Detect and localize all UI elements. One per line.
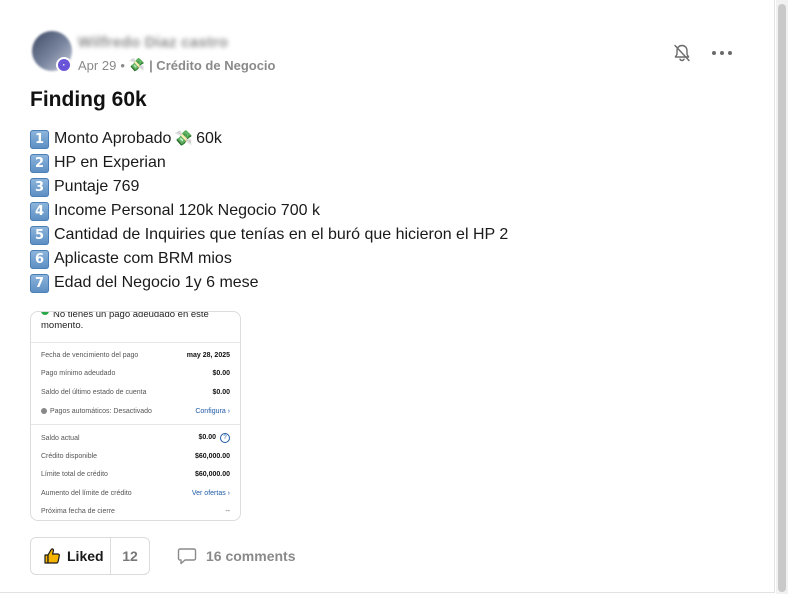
author-name[interactable]: Wilfredo Diaz castro xyxy=(78,34,228,51)
keycap-5-icon: 5 xyxy=(30,225,49,245)
help-icon: ? xyxy=(220,433,230,443)
more-horizontal-icon[interactable] xyxy=(710,43,734,63)
money-wings-icon: 💸 xyxy=(174,130,194,147)
meta-separator: • xyxy=(120,57,125,73)
like-control: Liked 12 xyxy=(30,537,150,575)
row-value: $60,000.00 xyxy=(194,452,230,460)
post-title: Finding 60k xyxy=(30,88,147,111)
attachment-row: Crédito disponible $60,000.00 xyxy=(41,449,230,463)
row-link: Configura › xyxy=(195,407,230,415)
row-label: Pago mínimo adeudado xyxy=(41,369,116,377)
like-button[interactable]: Liked xyxy=(31,538,111,574)
scrollbar[interactable] xyxy=(776,0,788,594)
post-body-list: 1 Monto Aprobado 💸 60k 2 HP en Experian … xyxy=(30,127,508,295)
level-badge-icon: · xyxy=(56,57,72,73)
divider xyxy=(31,342,240,343)
list-item-text: Aplicaste com BRM mios xyxy=(54,250,232,267)
keycap-6-icon: 6 xyxy=(30,249,49,269)
attachment-row: Saldo actual $0.00? xyxy=(41,431,230,445)
post-date[interactable]: Apr 29 xyxy=(78,58,116,73)
attachment-message: No tienes un pago adeudado en este momen… xyxy=(41,311,221,331)
list-item: 4 Income Personal 120k Negocio 700 k xyxy=(30,199,508,223)
thumbs-up-icon xyxy=(44,548,60,564)
post-category[interactable]: | Crédito de Negocio xyxy=(149,58,275,73)
row-label: Saldo actual xyxy=(41,434,80,442)
attachment-row: Fecha de vencimiento del pago may 28, 20… xyxy=(41,348,230,362)
row-value: $0.00 xyxy=(198,434,216,441)
row-value: $0.00 xyxy=(212,369,230,377)
row-value: -- xyxy=(225,507,230,515)
like-count[interactable]: 12 xyxy=(111,548,149,564)
list-item: 2 HP en Experian xyxy=(30,151,508,175)
row-label: Saldo del último estado de cuenta xyxy=(41,388,147,396)
post-card: · Wilfredo Diaz castro Apr 29 • 💸 | Créd… xyxy=(0,0,775,593)
attachment-row: Aumento del límite de crédito Ver oferta… xyxy=(41,486,230,500)
keycap-2-icon: 2 xyxy=(30,153,49,173)
comments-label: 16 comments xyxy=(206,548,296,564)
divider xyxy=(31,424,240,425)
attachment-row: Próxima fecha de cierre -- xyxy=(41,504,230,518)
attachment-message-text: No tienes un pago adeudado en este momen… xyxy=(41,311,209,331)
like-label: Liked xyxy=(67,548,104,564)
status-dot-icon xyxy=(41,407,47,414)
keycap-3-icon: 3 xyxy=(30,177,49,197)
list-item-text: Income Personal 120k Negocio 700 k xyxy=(54,202,320,219)
row-value: $60,000.00 xyxy=(194,470,230,478)
row-label: Aumento del límite de crédito xyxy=(41,489,132,497)
post-meta: Apr 29 • 💸 | Crédito de Negocio xyxy=(78,57,276,73)
keycap-1-icon: 1 xyxy=(30,129,49,149)
list-item-text: HP en Experian xyxy=(54,154,166,171)
row-label: Crédito disponible xyxy=(41,452,98,460)
row-label: Próxima fecha de cierre xyxy=(41,507,115,515)
list-item: 1 Monto Aprobado 💸 60k xyxy=(30,127,508,151)
category-emoji: 💸 xyxy=(128,57,146,72)
check-circle-icon xyxy=(41,312,49,316)
comment-icon xyxy=(177,548,197,565)
attachment-row: Pago mínimo adeudado $0.00 xyxy=(41,366,230,380)
keycap-4-icon: 4 xyxy=(30,201,49,221)
list-item: 6 Aplicaste com BRM mios xyxy=(30,247,508,271)
list-item-text-after: 60k xyxy=(196,130,222,147)
attachment-image[interactable]: No tienes un pago adeudado en este momen… xyxy=(30,311,241,521)
list-item-text: Monto Aprobado xyxy=(54,130,172,147)
attachment-row: Límite total de crédito $60,000.00 xyxy=(41,467,230,481)
list-item: 5 Cantidad de Inquiries que tenías en el… xyxy=(30,223,508,247)
keycap-7-icon: 7 xyxy=(30,273,49,293)
row-label: Pagos automáticos: Desactivado xyxy=(50,407,152,415)
attachment-row: Pagos automáticos: Desactivado Configura… xyxy=(41,404,230,418)
scrollbar-thumb[interactable] xyxy=(778,4,786,592)
list-item: 3 Puntaje 769 xyxy=(30,175,508,199)
attachment-row: Saldo del último estado de cuenta $0.00 xyxy=(41,385,230,399)
list-item-text: Edad del Negocio 1y 6 mese xyxy=(54,274,259,291)
list-item-text: Cantidad de Inquiries que tenías en el b… xyxy=(54,226,509,243)
row-link: Ver ofertas › xyxy=(191,489,230,497)
row-value: $0.00 xyxy=(212,388,230,396)
comments-button[interactable]: 16 comments xyxy=(177,547,295,565)
list-item: 7 Edad del Negocio 1y 6 mese xyxy=(30,271,508,295)
bell-off-icon[interactable] xyxy=(672,43,692,63)
row-label: Límite total de crédito xyxy=(41,470,108,478)
list-item-text: Puntaje 769 xyxy=(54,178,140,195)
row-value: may 28, 2025 xyxy=(186,351,230,359)
row-label: Fecha de vencimiento del pago xyxy=(41,351,139,359)
